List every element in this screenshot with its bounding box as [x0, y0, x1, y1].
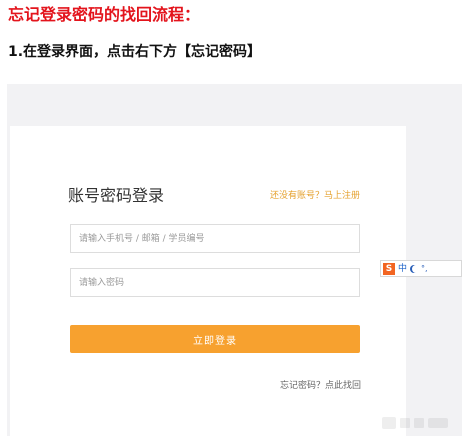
login-card: 账号密码登录 还没有账号？马上注册 立即登录 忘记密码？点此找回 [10, 126, 406, 436]
login-button[interactable]: 立即登录 [70, 325, 360, 353]
watermark-logo [382, 417, 448, 429]
punctuation-toggle[interactable]: °, [421, 263, 428, 275]
moon-icon[interactable] [412, 265, 420, 273]
document-title: 忘记登录密码的找回流程： [8, 5, 201, 24]
forgot-password-link[interactable]: 忘记密码？点此找回 [280, 380, 361, 392]
account-input[interactable] [70, 224, 360, 253]
ime-toolbar[interactable]: S 中 °, [380, 260, 462, 277]
password-input[interactable] [70, 268, 360, 297]
ime-mode-toggle[interactable]: 中 [398, 263, 407, 275]
login-title: 账号密码登录 [68, 186, 165, 205]
step-1-instruction: 1.在登录界面，点击右下方【忘记密码】 [8, 44, 262, 60]
login-page-screenshot: 账号密码登录 还没有账号？马上注册 立即登录 忘记密码？点此找回 S 中 °, [7, 84, 462, 436]
sogou-s-icon[interactable]: S [383, 262, 395, 275]
register-link[interactable]: 还没有账号？马上注册 [270, 190, 360, 202]
